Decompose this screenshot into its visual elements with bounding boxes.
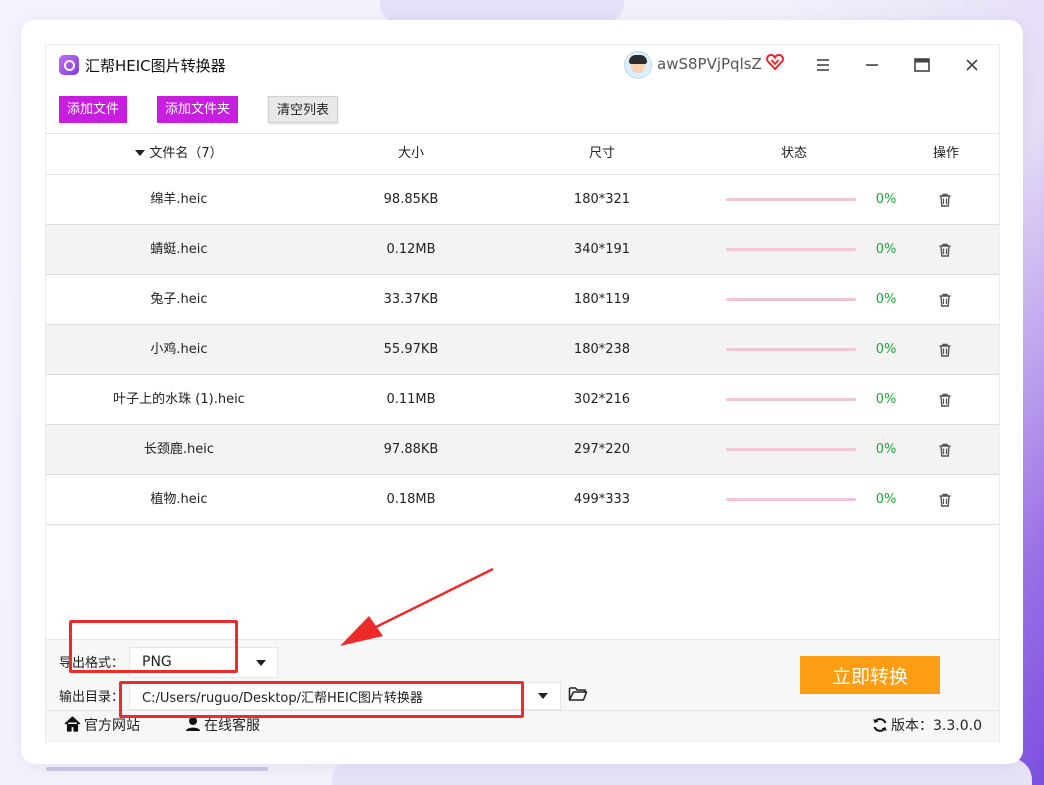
file-name: 绵羊.heic (150, 192, 208, 207)
table-row[interactable]: 兔子.heic 33.37KB 180*119 0% (46, 275, 999, 325)
file-size: 55.97KB (383, 342, 439, 357)
progress-percent: 0% (875, 392, 897, 407)
progress-percent: 0% (875, 342, 897, 357)
online-support-link[interactable]: 在线客服 (185, 715, 260, 737)
home-icon (64, 716, 81, 732)
column-header-status: 状态 (780, 146, 807, 161)
file-size: 33.37KB (383, 292, 439, 307)
trash-icon[interactable] (937, 292, 953, 308)
progress-bar (726, 298, 856, 301)
file-dimensions: 340*191 (573, 242, 631, 257)
table-row[interactable]: 绵羊.heic 98.85KB 180*321 0% (46, 175, 999, 225)
file-name: 小鸡.heic (150, 342, 208, 357)
file-dimensions: 180*238 (573, 342, 631, 357)
annotation-highlight-format (69, 620, 238, 673)
folder-open-icon[interactable] (568, 685, 588, 703)
title-bar: 汇帮HEIC图片转换器 awS8PVjPqlsZ (46, 45, 999, 87)
avatar-icon[interactable] (624, 51, 652, 79)
menu-icon[interactable] (812, 54, 834, 76)
convert-now-button[interactable]: 立即转换 (800, 656, 940, 694)
file-size: 0.18MB (386, 492, 436, 507)
table-row[interactable]: 小鸡.heic 55.97KB 180*238 0% (46, 325, 999, 375)
file-size: 98.85KB (383, 192, 439, 207)
chevron-down-icon (538, 693, 548, 699)
trash-icon[interactable] (937, 442, 953, 458)
file-size: 0.12MB (386, 242, 436, 257)
progress-bar (726, 498, 856, 501)
output-dir-label: 输出目录： (59, 690, 125, 705)
background-decoration (380, 0, 624, 22)
trash-icon[interactable] (937, 192, 953, 208)
sort-down-icon (135, 150, 146, 156)
progress-bar (726, 248, 856, 251)
file-name: 叶子上的水珠 (1).heic (113, 392, 245, 407)
file-dimensions: 302*216 (573, 392, 631, 407)
progress-bar (726, 448, 856, 451)
refresh-icon (873, 718, 887, 732)
progress-bar (726, 398, 856, 401)
vip-heart-icon[interactable] (766, 53, 784, 71)
column-header-action: 操作 (932, 146, 959, 161)
app-logo-icon (59, 55, 79, 75)
official-website-link[interactable]: 官方网站 (64, 715, 140, 737)
file-name: 兔子.heic (150, 292, 208, 307)
table-row[interactable]: 长颈鹿.heic 97.88KB 297*220 0% (46, 425, 999, 475)
progress-percent: 0% (875, 492, 897, 507)
column-header-size: 大小 (397, 146, 424, 161)
maximize-icon[interactable] (911, 54, 933, 76)
clear-list-button[interactable]: 清空列表 (268, 96, 339, 123)
add-file-button[interactable]: 添加文件 (59, 96, 128, 123)
file-name: 长颈鹿.heic (143, 442, 215, 457)
file-size: 0.11MB (386, 392, 436, 407)
file-dimensions: 297*220 (573, 442, 631, 457)
table-header: 文件名（7） 大小 尺寸 状态 操作 (46, 134, 999, 174)
username[interactable]: awS8PVjPqlsZ (657, 55, 762, 73)
file-dimensions: 180*119 (573, 292, 631, 307)
file-name: 蜻蜓.heic (150, 242, 208, 257)
background-decoration (46, 767, 268, 771)
progress-percent: 0% (875, 442, 897, 457)
trash-icon[interactable] (937, 342, 953, 358)
chevron-down-icon (256, 660, 266, 666)
close-icon[interactable] (961, 54, 983, 76)
table-row[interactable]: 蜻蜓.heic 0.12MB 340*191 0% (46, 225, 999, 275)
annotation-highlight-output-dir (119, 681, 524, 718)
user-icon (186, 717, 200, 731)
app-title: 汇帮HEIC图片转换器 (85, 57, 226, 75)
trash-icon[interactable] (937, 392, 953, 408)
version-info[interactable]: 版本：3.3.0.0 (872, 715, 982, 737)
trash-icon[interactable] (937, 242, 953, 258)
file-dimensions: 499*333 (573, 492, 631, 507)
file-dimensions: 180*321 (573, 192, 631, 207)
column-header-filename[interactable]: 文件名（7） (84, 134, 274, 174)
progress-percent: 0% (875, 192, 897, 207)
minimize-icon[interactable] (861, 54, 883, 76)
progress-percent: 0% (875, 292, 897, 307)
trash-icon[interactable] (937, 492, 953, 508)
table-row[interactable]: 叶子上的水珠 (1).heic 0.11MB 302*216 0% (46, 375, 999, 425)
annotation-arrow (340, 567, 494, 646)
file-name: 植物.heic (150, 492, 208, 507)
progress-percent: 0% (875, 242, 897, 257)
file-size: 97.88KB (383, 442, 439, 457)
add-folder-button[interactable]: 添加文件夹 (157, 96, 239, 123)
progress-bar (726, 348, 856, 351)
table-row[interactable]: 植物.heic 0.18MB 499*333 0% (46, 475, 999, 525)
column-header-dimensions: 尺寸 (588, 146, 615, 161)
progress-bar (726, 198, 856, 201)
